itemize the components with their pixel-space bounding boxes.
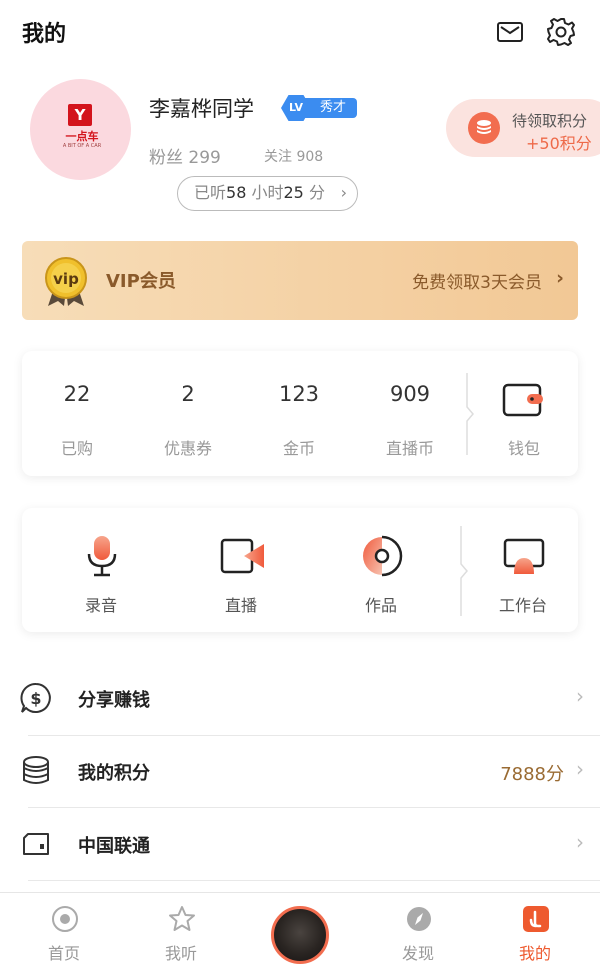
fans-value: 299 xyxy=(188,148,221,168)
nav-mine[interactable]: 我的 xyxy=(475,893,595,974)
level-title: 秀才 xyxy=(305,98,357,118)
brand-logo-mark: Y xyxy=(68,104,92,126)
bottom-nav: 首页 我听 发现 我的 xyxy=(0,892,600,974)
chevron-right-icon: › xyxy=(556,267,564,289)
gear-icon[interactable] xyxy=(545,16,577,48)
sim-card-icon xyxy=(23,833,49,855)
stat-live-coins[interactable]: 909 直播币 xyxy=(355,351,465,476)
tool-label: 录音 xyxy=(84,596,117,615)
tool-record[interactable]: 录音 xyxy=(46,508,156,632)
stat-value: 909 xyxy=(389,382,431,406)
avatar[interactable]: Y 一点车 A BIT OF A CAR xyxy=(30,79,131,180)
header: 我的 xyxy=(0,0,600,66)
pending-points-pill[interactable]: 待领取积分 +50积分 xyxy=(446,99,600,157)
stat-value: 123 xyxy=(278,382,320,406)
fans-count[interactable]: 粉丝 299 xyxy=(149,143,221,168)
stat-gold-coins[interactable]: 123 金币 xyxy=(244,351,354,476)
follow-count[interactable]: 关注 908 xyxy=(264,146,323,166)
disc-icon xyxy=(363,535,403,577)
level-badge[interactable]: LV 秀才 xyxy=(281,95,357,121)
player-disc-button[interactable] xyxy=(271,906,329,964)
pending-points-label: 待领取积分 xyxy=(512,112,588,130)
stat-purchased[interactable]: 22 已购 xyxy=(22,351,132,476)
wallet-button[interactable]: 钱包 xyxy=(470,351,578,476)
wallet-label: 钱包 xyxy=(507,439,540,458)
monitor-icon xyxy=(503,538,545,574)
wallet-icon xyxy=(502,383,543,417)
tool-live[interactable]: 直播 xyxy=(186,508,296,632)
compass-icon xyxy=(407,907,431,931)
list-item-china-unicom[interactable]: 中国联通 › xyxy=(0,808,600,880)
microphone-icon xyxy=(87,536,117,577)
brand-tagline: A BIT OF A CAR xyxy=(62,143,102,149)
listen-time-pill[interactable]: 已听58 小时25 分 › xyxy=(177,176,358,211)
dollar-bubble-icon: $ xyxy=(20,682,51,713)
vip-medal-text: vip xyxy=(53,270,79,288)
tool-label: 直播 xyxy=(224,596,257,615)
tool-workbench[interactable]: 工作台 xyxy=(468,508,578,632)
divider xyxy=(28,880,600,881)
follow-value: 908 xyxy=(296,149,324,165)
list-item-label: 我的积分 xyxy=(78,763,150,784)
nav-label: 我的 xyxy=(518,944,551,963)
nav-listen[interactable]: 我听 xyxy=(121,893,241,974)
stat-label: 已购 xyxy=(60,439,93,458)
stat-label: 优惠券 xyxy=(163,439,212,458)
stat-label: 金币 xyxy=(282,439,315,458)
svg-text:$: $ xyxy=(30,689,41,708)
listen-hours: 58 xyxy=(226,183,247,202)
nav-home[interactable]: 首页 xyxy=(4,893,124,974)
nav-discover[interactable]: 发现 xyxy=(358,893,478,974)
list-item-my-points[interactable]: 我的积分 7888分 › xyxy=(0,735,600,807)
list-item-label: 中国联通 xyxy=(78,836,150,857)
chevron-right-icon: › xyxy=(576,684,584,708)
tool-works[interactable]: 作品 xyxy=(326,508,436,632)
listen-minutes: 25 xyxy=(283,183,304,202)
brand-name: 一点车 xyxy=(65,130,99,143)
follow-label: 关注 xyxy=(264,149,292,165)
username[interactable]: 李嘉桦同学 xyxy=(149,93,254,123)
pending-points-value: +50积分 xyxy=(526,134,592,153)
creator-tools-card: 录音 直播 作品 工作台 xyxy=(22,508,578,632)
assets-card: 22 已购 2 优惠券 123 金币 909 直播币 钱包 xyxy=(22,351,578,476)
stat-label: 直播币 xyxy=(385,439,434,458)
list-item-share-earn[interactable]: $ 分享赚钱 › xyxy=(0,662,600,734)
my-profile-icon xyxy=(523,906,549,932)
star-icon xyxy=(169,906,195,931)
chevron-right-icon: › xyxy=(340,183,347,202)
video-camera-icon xyxy=(220,538,264,574)
fans-label: 粉丝 xyxy=(149,148,183,168)
stat-coupons[interactable]: 2 优惠券 xyxy=(133,351,243,476)
stat-value: 2 xyxy=(181,382,195,406)
stat-value: 22 xyxy=(63,382,91,406)
list-item-label: 分享赚钱 xyxy=(78,690,150,711)
listen-minutes-unit: 分 xyxy=(308,183,325,202)
home-circle-icon xyxy=(52,906,78,932)
tool-label: 工作台 xyxy=(498,596,547,615)
vip-promo: 免费领取3天会员 xyxy=(412,273,542,293)
nav-label: 发现 xyxy=(401,944,434,963)
vip-medal-icon: vip xyxy=(45,257,87,306)
mail-icon[interactable] xyxy=(496,18,524,46)
listen-prefix: 已听 xyxy=(194,183,227,202)
my-page: 我的 Y 一点车 A BIT OF A CAR 李嘉桦同学 LV 秀才 粉丝 2… xyxy=(0,0,600,974)
nav-label: 我听 xyxy=(164,944,197,963)
coin-stack-icon xyxy=(23,756,49,784)
list-item-value: 7888分 xyxy=(500,764,564,785)
brand-logo: Y 一点车 A BIT OF A CAR xyxy=(60,104,102,156)
vip-label: VIP会员 xyxy=(106,271,176,292)
chevron-right-icon: › xyxy=(576,830,584,854)
vip-banner[interactable]: vip VIP会员 免费领取3天会员 › xyxy=(22,241,578,320)
listen-hours-unit: 小时 xyxy=(251,183,284,202)
page-title: 我的 xyxy=(22,22,67,47)
nav-label: 首页 xyxy=(47,944,80,963)
chevron-right-icon: › xyxy=(576,757,584,781)
tool-label: 作品 xyxy=(364,596,397,615)
coin-stack-icon xyxy=(468,112,500,144)
